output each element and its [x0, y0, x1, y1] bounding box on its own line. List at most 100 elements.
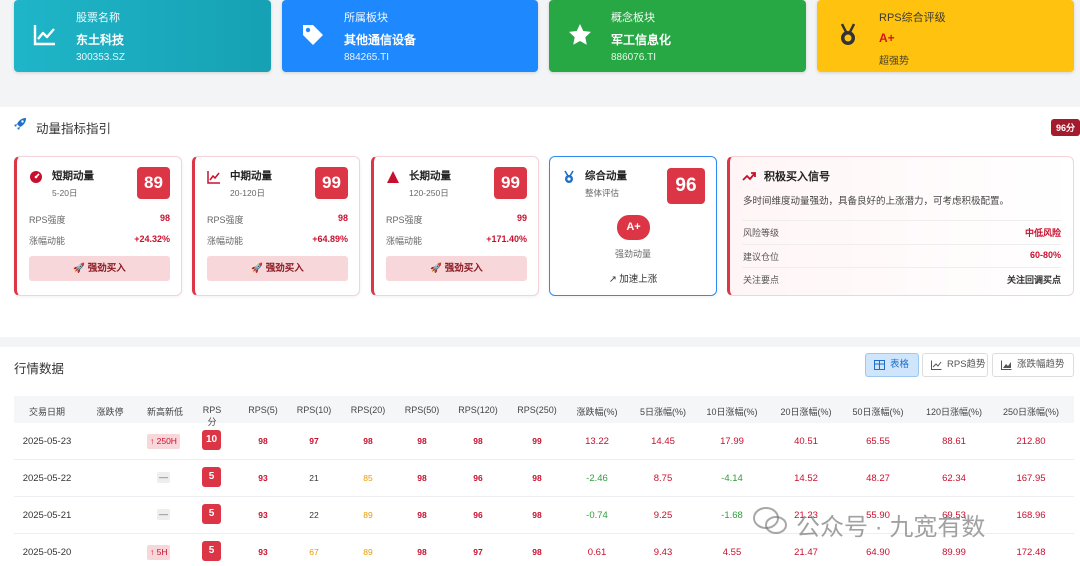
column-header[interactable]: RPS(10): [294, 405, 334, 415]
gain-value: +24.32%: [134, 234, 170, 244]
rps-score-badge: 10: [202, 430, 221, 450]
gain-row: 涨幅动能 +24.32%: [29, 234, 170, 247]
position-row: 建议仓位 60-80%: [743, 250, 1061, 263]
rps-label: RPS强度: [207, 215, 244, 225]
change-cell: 17.99: [720, 436, 744, 447]
card-code: 884265.TI: [344, 52, 390, 63]
column-header[interactable]: 250日涨幅(%): [1000, 405, 1062, 418]
card-value: 东土科技: [76, 33, 125, 47]
grade-label: 强劲动量: [614, 249, 651, 259]
area-chart-icon: [1001, 360, 1012, 370]
card-value: 军工信息化: [611, 33, 672, 47]
buy-label: 强劲买入: [444, 263, 483, 274]
rocket-icon: 🚀: [430, 263, 443, 274]
date-cell: 2025-05-22: [22, 473, 72, 484]
buy-button[interactable]: 🚀 强劲买入: [386, 256, 527, 281]
card-score: 99: [494, 167, 527, 199]
chart-line-icon: [931, 360, 942, 370]
column-header[interactable]: 50日涨幅(%): [849, 405, 907, 418]
gauge-icon: [30, 171, 42, 183]
column-header[interactable]: 涨跌幅(%): [572, 405, 622, 418]
signal-title: 积极买入信号: [764, 171, 830, 183]
column-header[interactable]: RPS(5): [244, 405, 282, 415]
change-cell: 8.75: [653, 473, 673, 484]
card-value: 其他通信设备: [344, 33, 417, 47]
signal-description: 多时间维度动量强劲，具备良好的上涨潜力，可考虑积极配置。: [743, 196, 1010, 207]
column-header[interactable]: 新高新低: [143, 405, 187, 418]
column-header[interactable]: RPS(20): [348, 405, 388, 415]
column-header[interactable]: 5日涨幅(%): [635, 405, 691, 418]
concept-card: 概念板块 军工信息化 886076.TI: [549, 0, 806, 72]
table-row[interactable]: 2025-05-22 — 5 93 21 85 98 96 98 -2.46 8.75 -4.14 14…: [14, 461, 1074, 497]
rps-cell: 89: [363, 547, 373, 557]
table-row[interactable]: 2025-05-23 ↑ 250H 10 98 97 98 98 98 99 13.22 14.45…: [14, 424, 1074, 460]
gain-label: 涨幅动能: [386, 236, 423, 246]
rps-cell: 93: [258, 547, 268, 557]
card-code: 超强势: [879, 56, 909, 67]
rps-cell: 22: [309, 510, 319, 520]
trend-text: 加速上涨: [619, 274, 658, 285]
rps-score-badge: 5: [202, 541, 221, 561]
card-range: 120-250日: [409, 188, 449, 198]
row-label: 风险等级: [743, 228, 780, 238]
rps-value: 98: [337, 213, 348, 223]
rps-cell: 89: [363, 510, 373, 520]
change-cell: 21.47: [794, 547, 818, 558]
rps-score-badge: 5: [202, 504, 221, 524]
rps-cell: 98: [417, 547, 427, 557]
trend-up-icon: [742, 172, 756, 181]
overall-score: 96: [667, 168, 705, 204]
empty-badge: —: [157, 509, 170, 520]
panel-title: 动量指标指引: [36, 122, 112, 136]
gain-row: 涨幅动能 +64.89%: [207, 234, 348, 247]
rps-cell: 67: [309, 547, 319, 557]
column-header[interactable]: 120日涨幅(%): [922, 405, 986, 418]
row-value: 关注回调买点: [1006, 275, 1061, 285]
card-name: 短期动量: [52, 170, 94, 182]
rps-label: RPS强度: [386, 215, 423, 225]
column-header[interactable]: 涨跌停: [95, 405, 125, 418]
rps-cell: 85: [363, 473, 373, 483]
rps-cell: 98: [417, 436, 427, 446]
tag-icon: [303, 25, 323, 45]
rps-cell: 98: [532, 473, 542, 483]
column-header[interactable]: 10日涨幅(%): [703, 405, 761, 418]
watermark: 公众号 · 九宽有数: [796, 514, 986, 541]
rps-cell: 97: [309, 436, 319, 446]
view-label: RPS趋势: [947, 359, 986, 370]
divider: [742, 220, 1061, 221]
rocket-icon: [14, 118, 26, 130]
rps-trend-button[interactable]: RPS趋势: [922, 353, 988, 377]
column-header[interactable]: 交易日期: [22, 405, 72, 418]
table-view-button[interactable]: 表格: [865, 353, 919, 377]
column-header[interactable]: 20日涨幅(%): [777, 405, 835, 418]
change-cell: 9.43: [653, 547, 673, 558]
short-term-card: 短期动量 5-20日 89 RPS强度 98 涨幅动能 +24.32% 🚀 强劲买入: [14, 156, 182, 296]
new-high-badge: ↑ 5H: [147, 545, 171, 560]
summary-cards: 股票名称 东土科技 300353.SZ 所属板块 其他通信设备 884265.T…: [0, 0, 1080, 96]
change-cell: 88.61: [942, 436, 966, 447]
column-header[interactable]: RPS(250): [514, 405, 560, 415]
change-trend-button[interactable]: 涨跌幅趋势: [992, 353, 1074, 377]
change-cell: -0.74: [586, 510, 608, 521]
rps-row: RPS强度 99: [386, 213, 527, 226]
card-label: RPS综合评级: [879, 12, 946, 24]
overall-momentum-card: 综合动量 整体评估 96 A+ 强劲动量 ↗ 加速上涨: [549, 156, 717, 296]
gain-row: 涨幅动能 +171.40%: [386, 234, 527, 247]
gain-label: 涨幅动能: [207, 236, 244, 246]
buy-button[interactable]: 🚀 强劲买入: [29, 256, 170, 281]
table-header: 交易日期 涨跌停 新高新低 RPS分 RPS(5) RPS(10) RPS(20) RPS(5…: [14, 396, 1074, 427]
column-header[interactable]: RPS(50): [402, 405, 442, 415]
change-cell: 0.61: [587, 547, 607, 558]
column-header[interactable]: RPS(120): [456, 405, 500, 415]
focus-row: 关注要点 关注回调买点: [743, 273, 1061, 286]
rps-row: RPS强度 98: [207, 213, 348, 226]
date-cell: 2025-05-20: [22, 547, 72, 558]
row-label: 建议仓位: [743, 252, 780, 262]
change-cell: 89.99: [942, 547, 966, 558]
rps-cell: 97: [473, 547, 483, 557]
date-cell: 2025-05-21: [22, 510, 72, 521]
buy-button[interactable]: 🚀 强劲买入: [207, 256, 348, 281]
grade-badge: A+: [617, 215, 650, 240]
card-name: 综合动量: [585, 170, 627, 182]
